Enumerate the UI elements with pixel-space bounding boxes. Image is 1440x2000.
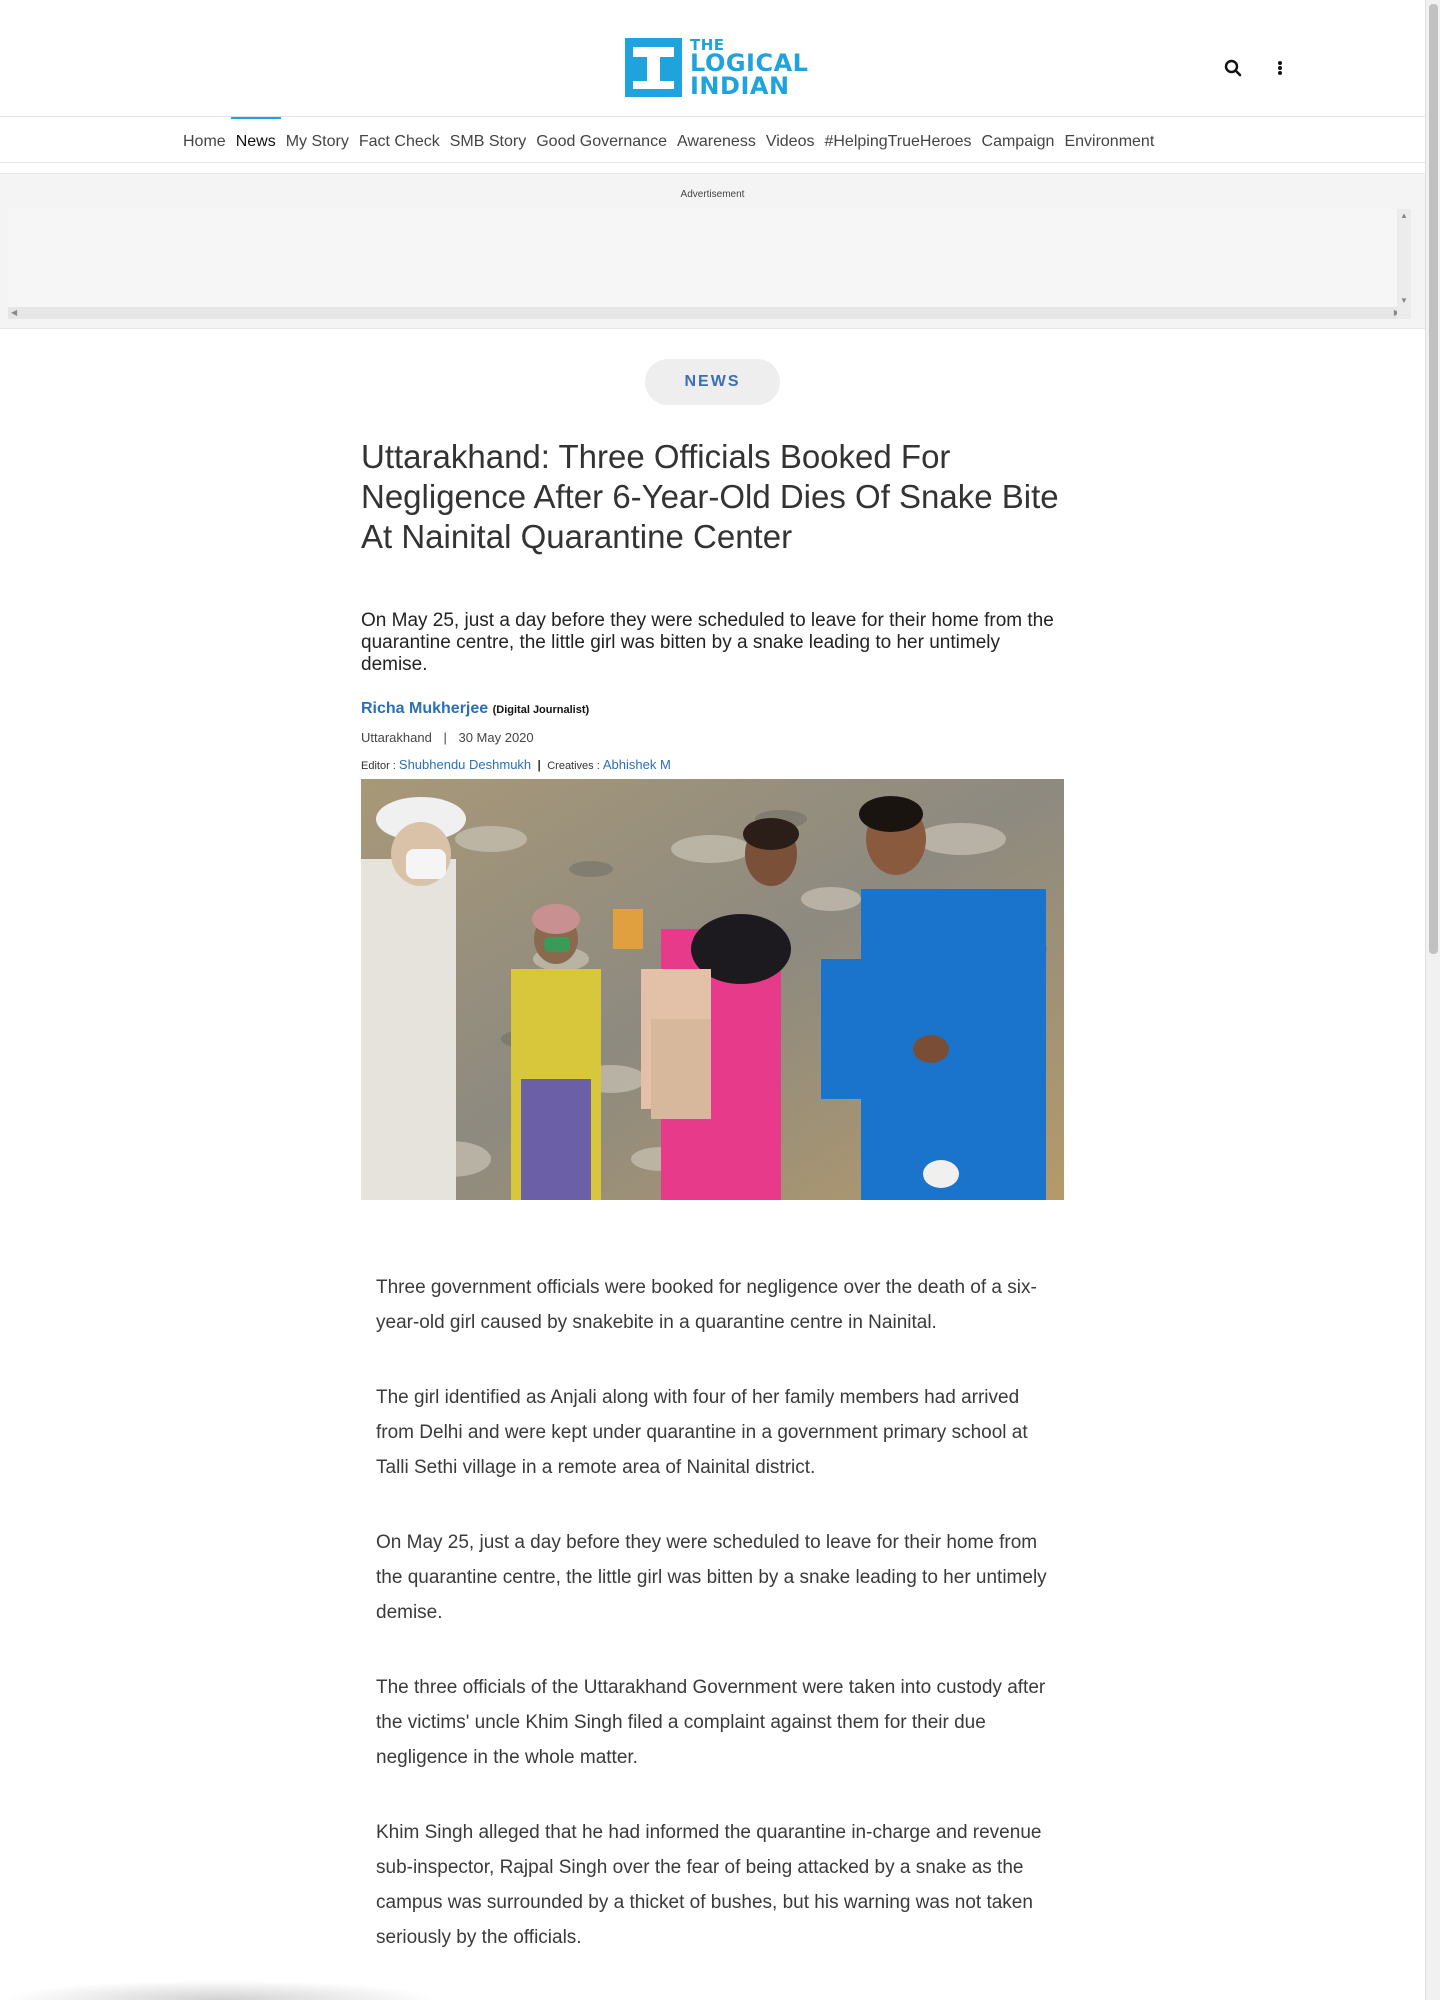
bottom-shadow: [0, 1980, 440, 2000]
article-paragraph: Three government officials were booked f…: [376, 1277, 1037, 1333]
hero-image: [361, 779, 1064, 1200]
creatives-link[interactable]: Abhishek M: [603, 757, 671, 772]
article-title: Uttarakhand: Three Officials Booked For …: [361, 438, 1059, 555]
article-meta: Uttarakhand | 30 May 2020: [361, 730, 534, 745]
article-body: Three government officials were booked f…: [376, 1270, 1056, 1995]
site-header: THE LOGICAL INDIAN: [0, 0, 1425, 117]
scroll-left-icon[interactable]: ◀: [11, 308, 17, 317]
nav-item-awareness[interactable]: Awareness: [672, 117, 761, 163]
nav-item-environment[interactable]: Environment: [1059, 117, 1159, 163]
more-vertical-icon[interactable]: [1268, 56, 1292, 80]
author-link[interactable]: Richa Mukherjee: [361, 700, 488, 717]
article-date: 30 May 2020: [458, 730, 534, 745]
nav-item-news[interactable]: News: [230, 117, 281, 163]
article-credits: Editor : Shubhendu Deshmukh | Creatives …: [361, 757, 671, 772]
editor-link[interactable]: Shubhendu Deshmukh: [399, 757, 531, 772]
scroll-down-icon[interactable]: ▼: [1400, 296, 1408, 305]
site-logo[interactable]: THE LOGICAL INDIAN: [625, 37, 808, 101]
editor-label: Editor :: [361, 760, 399, 772]
nav-item-smb-story[interactable]: SMB Story: [445, 117, 531, 163]
article-paragraph: Khim Singh alleged that he had informed …: [376, 1822, 1042, 1948]
advertisement-frame[interactable]: ◀ ▶ ▲ ▼: [8, 209, 1411, 319]
article-location: Uttarakhand: [361, 730, 432, 745]
ad-horizontal-scrollbar[interactable]: ◀ ▶: [8, 307, 1403, 319]
search-icon[interactable]: [1221, 56, 1245, 80]
logo-text: THE LOGICAL INDIAN: [690, 37, 808, 101]
creatives-label: Creatives :: [547, 760, 603, 772]
ad-vertical-scrollbar[interactable]: ▲ ▼: [1397, 209, 1411, 319]
nav-item-fact-check[interactable]: Fact Check: [354, 117, 445, 163]
page-scrollbar-thumb[interactable]: [1429, 4, 1438, 954]
logo-mark: [625, 38, 682, 98]
meta-separator: |: [443, 730, 447, 745]
nav-item-videos[interactable]: Videos: [761, 117, 820, 163]
article-paragraph: The girl identified as Anjali along with…: [376, 1387, 1028, 1478]
nav-item-helping-true-heroes[interactable]: #HelpingTrueHeroes: [819, 117, 976, 163]
logo-line-3: INDIAN: [690, 72, 790, 101]
nav-item-good-governance[interactable]: Good Governance: [531, 117, 672, 163]
nav-item-my-story[interactable]: My Story: [281, 117, 354, 163]
nav-item-home[interactable]: Home: [178, 117, 231, 163]
hero-photo: [361, 779, 1064, 1200]
article-summary: On May 25, just a day before they were s…: [361, 610, 1054, 675]
category-badge[interactable]: NEWS: [645, 359, 780, 405]
nav-item-campaign[interactable]: Campaign: [977, 117, 1060, 163]
page-scrollbar[interactable]: [1425, 0, 1440, 2000]
article-paragraph: On May 25, just a day before they were s…: [376, 1532, 1047, 1623]
advertisement-label: Advertisement: [680, 189, 745, 200]
author-role: (Digital Journalist): [492, 704, 590, 716]
advertisement-area: Advertisement ◀ ▶ ▲ ▼: [0, 173, 1425, 329]
nav-items: Home News My Story Fact Check SMB Story …: [178, 117, 1159, 163]
scroll-up-icon[interactable]: ▲: [1400, 211, 1408, 220]
article-paragraph: The three officials of the Uttarakhand G…: [376, 1677, 1046, 1768]
credits-separator: |: [537, 758, 541, 772]
author-line: Richa Mukherjee (Digital Journalist): [361, 700, 589, 718]
main-nav: Home News My Story Fact Check SMB Story …: [0, 117, 1425, 163]
